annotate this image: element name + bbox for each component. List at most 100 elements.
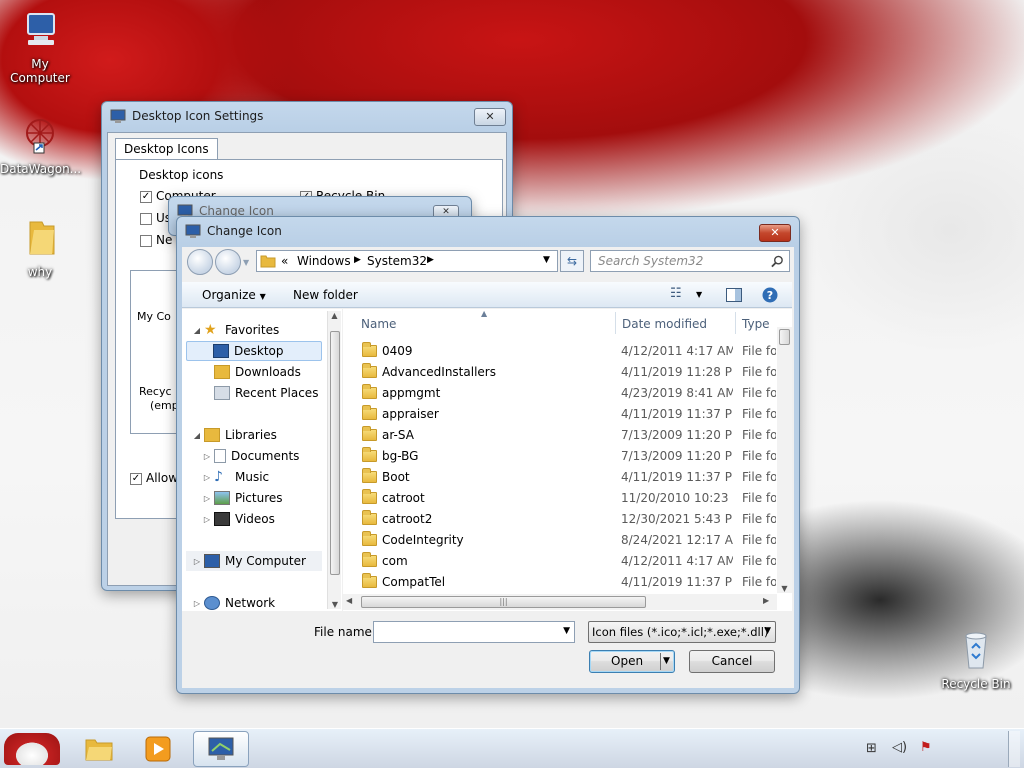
nav-libraries[interactable]: ◢ Libraries: [192, 425, 277, 445]
organize-button[interactable]: Organize ▼: [202, 288, 266, 302]
taskbar-explorer-button[interactable]: [72, 731, 128, 767]
preview-pane-icon[interactable]: [726, 288, 742, 302]
file-row[interactable]: AdvancedInstallers 4/11/2019 11:28 PM File…: [343, 362, 776, 383]
refresh-button[interactable]: ⇆: [560, 250, 584, 272]
address-dropdown-icon[interactable]: ▼: [543, 255, 550, 265]
scroll-up-arrow-icon[interactable]: ▲: [328, 311, 341, 320]
column-header-type[interactable]: Type: [736, 309, 776, 337]
scroll-left-arrow-icon[interactable]: ◀: [346, 596, 352, 605]
checkbox-network[interactable]: Ne: [140, 233, 172, 247]
breadcrumb-windows[interactable]: Windows: [297, 254, 351, 268]
expand-arrow-icon[interactable]: ◢: [192, 326, 202, 335]
nav-network[interactable]: ▷ Network: [192, 593, 275, 613]
breadcrumb-overflow[interactable]: «: [281, 254, 288, 268]
help-icon[interactable]: ?: [762, 287, 778, 303]
file-list-vscrollbar[interactable]: ▼: [777, 327, 792, 593]
nav-pictures[interactable]: ▷ Pictures: [202, 488, 283, 508]
nav-recent-places[interactable]: Recent Places: [214, 383, 318, 403]
forward-button[interactable]: [215, 249, 241, 275]
nav-desktop[interactable]: Desktop: [186, 341, 322, 361]
expand-arrow-icon[interactable]: ▷: [202, 452, 212, 461]
file-row[interactable]: appmgmt 4/23/2019 8:41 AM File fol: [343, 383, 776, 404]
open-button[interactable]: Open ▼: [589, 650, 675, 673]
expand-arrow-icon[interactable]: ▷: [192, 557, 202, 566]
file-type-select[interactable]: Icon files (*.ico;*.icl;*.exe;*.dll) ▼: [588, 621, 776, 643]
views-icon[interactable]: ☷: [670, 286, 682, 301]
navigation-pane[interactable]: ◢ ★ Favorites Desktop Downloads Recent P…: [182, 309, 342, 611]
file-row[interactable]: CompatTel 4/11/2019 11:37 PM File fol: [343, 572, 776, 593]
nav-downloads[interactable]: Downloads: [214, 362, 301, 382]
file-row[interactable]: Boot 4/11/2019 11:37 PM File fol: [343, 467, 776, 488]
expand-arrow-icon[interactable]: ▷: [202, 515, 212, 524]
back-button[interactable]: [187, 249, 213, 275]
new-folder-button[interactable]: New folder: [293, 288, 358, 302]
volume-tray-icon[interactable]: ◁): [892, 740, 907, 755]
taskbar-media-player-button[interactable]: [130, 731, 186, 767]
action-center-tray-icon[interactable]: ⚑: [920, 740, 932, 755]
file-name: appraiser: [382, 407, 439, 421]
recent-locations-dropdown[interactable]: ▼: [243, 258, 249, 267]
desktop-icon-label: why: [27, 265, 53, 279]
dialog-close-button[interactable]: ✕: [759, 224, 791, 242]
address-bar[interactable]: « Windows ▶ System32 ▶ ▼: [256, 250, 558, 272]
nav-scrollbar-thumb[interactable]: [330, 331, 340, 575]
tab-desktop-icons[interactable]: Desktop Icons: [115, 138, 218, 160]
folder-icon: [362, 384, 377, 399]
nav-scrollbar[interactable]: ▲ ▼: [327, 311, 341, 609]
file-row[interactable]: 0409 4/12/2011 4:17 AM File fol: [343, 341, 776, 362]
nav-music[interactable]: ▷ ♪ Music: [202, 467, 269, 487]
breadcrumb-system32[interactable]: System32: [367, 254, 427, 268]
checkbox-allow-themes[interactable]: ✓ Allow: [130, 471, 178, 485]
expand-arrow-icon[interactable]: ◢: [192, 431, 202, 440]
scroll-right-arrow-icon[interactable]: ▶: [763, 596, 769, 605]
file-date: 7/13/2009 11:20 PM: [621, 449, 733, 463]
filename-input[interactable]: ▼: [373, 621, 575, 643]
chevron-down-icon[interactable]: ▼: [663, 651, 670, 672]
hscroll-thumb[interactable]: |||: [361, 596, 646, 608]
column-header-name[interactable]: Name ▲: [343, 309, 616, 337]
cancel-button[interactable]: Cancel: [689, 650, 775, 673]
file-date: 7/13/2009 11:20 PM: [621, 428, 733, 442]
settings-close-button[interactable]: ✕: [474, 108, 506, 126]
expand-arrow-icon[interactable]: ▷: [192, 599, 202, 608]
checkbox-user-files[interactable]: Us: [140, 211, 171, 225]
network-tray-icon[interactable]: ⊞: [866, 741, 877, 756]
expand-arrow-icon[interactable]: ▷: [202, 494, 212, 503]
file-row[interactable]: catroot2 12/30/2021 5:43 PM File fol: [343, 509, 776, 530]
nav-videos[interactable]: ▷ Videos: [202, 509, 275, 529]
file-list[interactable]: Name ▲ Date modified Type 0409 4/12/2011 …: [343, 309, 792, 611]
file-row[interactable]: com 4/12/2011 4:17 AM File fol: [343, 551, 776, 572]
nav-my-computer[interactable]: ▷ My Computer: [186, 551, 322, 571]
taskbar-control-panel-button[interactable]: [193, 731, 249, 767]
file-list-hscrollbar[interactable]: ◀ ||| ▶: [343, 594, 777, 610]
file-row[interactable]: ar-SA 7/13/2009 11:20 PM File fol: [343, 425, 776, 446]
desktop-icon-why-folder[interactable]: why: [0, 218, 80, 279]
column-header-date[interactable]: Date modified: [616, 309, 736, 337]
file-row[interactable]: appraiser 4/11/2019 11:37 PM File fol: [343, 404, 776, 425]
vscroll-thumb[interactable]: [779, 329, 790, 345]
nav-documents[interactable]: ▷ Documents: [202, 446, 299, 466]
views-dropdown-icon[interactable]: ▼: [696, 290, 702, 299]
file-row[interactable]: bg-BG 7/13/2009 11:20 PM File fol: [343, 446, 776, 467]
file-row[interactable]: catroot 11/20/2010 10:23 ... File fol: [343, 488, 776, 509]
chevron-down-icon[interactable]: ▼: [563, 626, 570, 636]
show-desktop-button[interactable]: [1008, 731, 1020, 767]
nav-favorites[interactable]: ◢ ★ Favorites: [192, 320, 279, 340]
desktop-icon-datawagon[interactable]: DataWagon...: [0, 115, 81, 176]
scroll-down-arrow-icon[interactable]: ▼: [777, 584, 792, 593]
chevron-right-icon[interactable]: ▶: [427, 255, 434, 265]
file-date: 4/23/2019 8:41 AM: [621, 386, 733, 400]
desktop-icon-recycle-bin[interactable]: Recycle Bin: [936, 630, 1016, 691]
folder-icon: [85, 739, 113, 761]
search-input[interactable]: Search System32: [590, 250, 790, 272]
desktop-icon-my-computer[interactable]: My Computer: [0, 10, 80, 85]
change-icon-titlebar[interactable]: Change Icon: [177, 217, 799, 245]
folder-icon: [29, 221, 55, 255]
expand-arrow-icon[interactable]: ▷: [202, 473, 212, 482]
settings-titlebar[interactable]: Desktop Icon Settings: [102, 102, 512, 130]
folder-icon: [362, 552, 377, 567]
chevron-right-icon[interactable]: ▶: [354, 255, 361, 265]
file-row[interactable]: CodeIntegrity 8/24/2021 12:17 AM File fol: [343, 530, 776, 551]
start-button[interactable]: [4, 733, 60, 765]
scroll-down-arrow-icon[interactable]: ▼: [328, 600, 342, 609]
